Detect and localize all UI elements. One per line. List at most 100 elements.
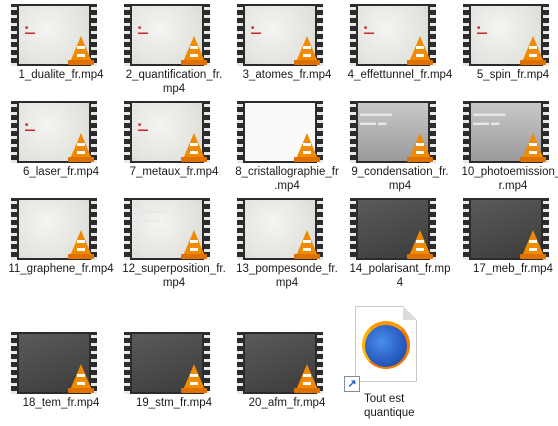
vlc-cone-icon [522, 230, 544, 256]
vlc-cone-stripe [77, 54, 85, 57]
vlc-cone-base [407, 60, 433, 65]
frame-white-text-mark: ▬▬▬▬ ▬▬ ▬ [134, 206, 166, 224]
vlc-cone-base [68, 60, 94, 65]
file-label: 3_atomes_fr.mp4 [242, 69, 332, 81]
html-document-icon [355, 306, 417, 382]
file-label: 19_stm_fr.mp4 [135, 397, 213, 409]
film-strip-left [463, 198, 469, 260]
vlc-cone-base [181, 388, 207, 393]
frame-white-text-mark: ▬▬▬▬ ▬▬ ▬ [360, 109, 392, 127]
vlc-cone-stripe [77, 151, 85, 154]
vlc-cone-stripe [77, 374, 85, 377]
vlc-cone-icon [522, 133, 544, 159]
vlc-cone-base [68, 254, 94, 259]
frame-red-text-mark: ■ ▬▬ [251, 25, 261, 36]
film-strip-left [124, 198, 130, 260]
vlc-cone-stripe [529, 240, 537, 243]
vlc-cone-icon [70, 133, 92, 159]
film-strip-left [463, 101, 469, 163]
vlc-cone-icon [183, 364, 205, 390]
vlc-cone-stripe [529, 143, 537, 146]
vlc-cone-stripe [303, 143, 311, 146]
film-strip-left [124, 4, 130, 66]
file-label: 18_tem_fr.mp4 [22, 397, 100, 409]
vlc-cone-base [520, 157, 546, 162]
vlc-cone-icon [409, 230, 431, 256]
vlc-cone-stripe [190, 151, 198, 154]
frame-white-text-mark: ▬▬▬▬ ▬▬ ▬ [473, 109, 505, 127]
vlc-cone-stripe [190, 240, 198, 243]
vlc-cone-stripe [529, 248, 537, 251]
file-label: 20_afm_fr.mp4 [248, 397, 326, 409]
film-strip-left [124, 332, 130, 394]
frame-red-text-mark: ■ ▬▬ [25, 25, 35, 36]
vlc-cone-base [407, 157, 433, 162]
vlc-cone-stripe [416, 46, 424, 49]
vlc-cone-stripe [303, 374, 311, 377]
vlc-cone-stripe [190, 374, 198, 377]
vlc-cone-stripe [77, 248, 85, 251]
vlc-cone-base [520, 60, 546, 65]
vlc-cone-icon [409, 133, 431, 159]
file-label: 12_superposition_fr.mp4 [122, 263, 226, 289]
file-label: 7_metaux_fr.mp4 [129, 166, 219, 178]
file-label: Tout est quantique [364, 393, 415, 419]
vlc-cone-stripe [303, 382, 311, 385]
vlc-cone-icon [70, 230, 92, 256]
file-label: 14_polarisant_fr.mp4 [349, 263, 451, 289]
frame-red-text-mark: ■ ▬▬ [138, 25, 148, 36]
vlc-cone-stripe [303, 151, 311, 154]
vlc-cone-base [294, 157, 320, 162]
vlc-cone-stripe [416, 240, 424, 243]
vlc-cone-base [294, 254, 320, 259]
vlc-cone-stripe [190, 143, 198, 146]
vlc-cone-stripe [416, 248, 424, 251]
vlc-cone-stripe [416, 143, 424, 146]
file-label: 4_effettunnel_fr.mp4 [347, 69, 453, 81]
vlc-cone-base [181, 157, 207, 162]
vlc-cone-base [407, 254, 433, 259]
vlc-cone-base [68, 388, 94, 393]
vlc-cone-stripe [77, 240, 85, 243]
vlc-cone-base [520, 254, 546, 259]
vlc-cone-stripe [190, 46, 198, 49]
vlc-cone-stripe [529, 46, 537, 49]
film-strip-left [350, 4, 356, 66]
vlc-cone-stripe [190, 382, 198, 385]
vlc-cone-stripe [77, 143, 85, 146]
vlc-cone-icon [296, 364, 318, 390]
file-label: 1_dualite_fr.mp4 [18, 69, 104, 81]
vlc-cone-stripe [77, 46, 85, 49]
vlc-cone-stripe [529, 151, 537, 154]
file-label: 8_cristallographie_fr.mp4 [235, 166, 339, 192]
vlc-cone-stripe [303, 46, 311, 49]
vlc-cone-icon [296, 230, 318, 256]
vlc-cone-icon [183, 230, 205, 256]
vlc-cone-icon [183, 133, 205, 159]
vlc-cone-icon [296, 36, 318, 62]
frame-red-text-mark: ■ ▬▬ [138, 122, 148, 133]
vlc-cone-base [294, 388, 320, 393]
film-strip-left [11, 198, 17, 260]
film-strip-left [237, 4, 243, 66]
film-strip-left [237, 198, 243, 260]
film-strip-left [237, 101, 243, 163]
file-label: 9_condensation_fr.mp4 [351, 166, 449, 192]
frame-red-text-mark: ■ ▬▬ [364, 25, 374, 36]
vlc-cone-stripe [303, 54, 311, 57]
frame-red-text-mark: ■ ▬▬ [477, 25, 487, 36]
file-label: 13_pompesonde_fr.mp4 [236, 263, 338, 289]
film-strip-left [11, 4, 17, 66]
vlc-cone-icon [70, 36, 92, 62]
vlc-cone-stripe [303, 248, 311, 251]
film-strip-left [124, 101, 130, 163]
vlc-cone-stripe [190, 54, 198, 57]
file-label: 6_laser_fr.mp4 [22, 166, 100, 178]
vlc-cone-base [294, 60, 320, 65]
vlc-cone-stripe [303, 240, 311, 243]
vlc-cone-icon [183, 36, 205, 62]
file-label: 11_graphene_fr.mp4 [8, 263, 114, 275]
file-label: 10_photoemission_fr.mp4 [461, 166, 558, 192]
film-strip-left [11, 101, 17, 163]
vlc-cone-stripe [190, 248, 198, 251]
